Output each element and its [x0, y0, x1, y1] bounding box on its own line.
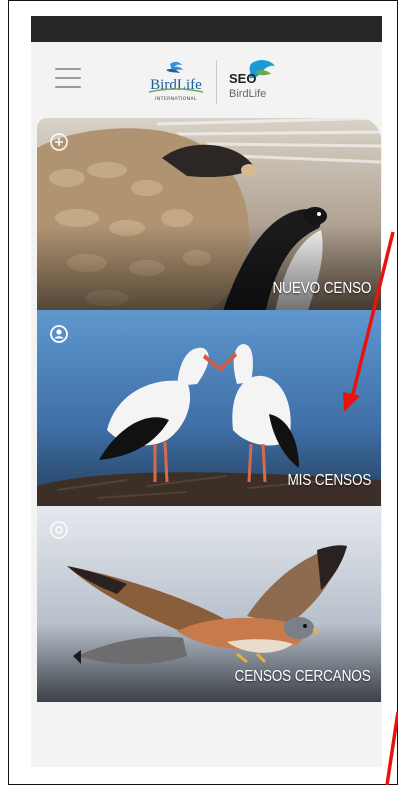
censos-cercanos-label: CENSOS CERCANOS — [234, 668, 371, 685]
seo-subtitle: BirdLife — [229, 88, 266, 100]
logo-divider — [216, 60, 217, 104]
birdlife-subtitle: INTERNATIONAL — [155, 96, 197, 102]
birdlife-logo: BirdLife INTERNATIONAL — [148, 61, 204, 102]
user-circle-icon — [50, 325, 68, 343]
hamburger-menu-icon[interactable] — [55, 68, 81, 92]
status-bar — [31, 16, 382, 42]
nuevo-censo-label: NUEVO CENSO — [272, 280, 371, 297]
app-header: BirdLife INTERNATIONAL SEO BirdLife — [31, 42, 382, 126]
seo-birdlife-logo: SEO BirdLife — [229, 59, 275, 100]
mis-censos-label: MIS CENSOS — [287, 472, 371, 489]
seo-name: SEO — [229, 71, 256, 86]
plus-circle-icon — [50, 133, 68, 151]
mis-censos-card[interactable]: MIS CENSOS — [37, 310, 381, 506]
nuevo-censo-card[interactable]: NUEVO CENSO — [37, 118, 381, 314]
censos-cercanos-card[interactable]: CENSOS CERCANOS — [37, 506, 381, 702]
location-target-icon — [50, 521, 68, 539]
app-screen: BirdLife INTERNATIONAL SEO BirdLife NUEV… — [31, 16, 382, 767]
